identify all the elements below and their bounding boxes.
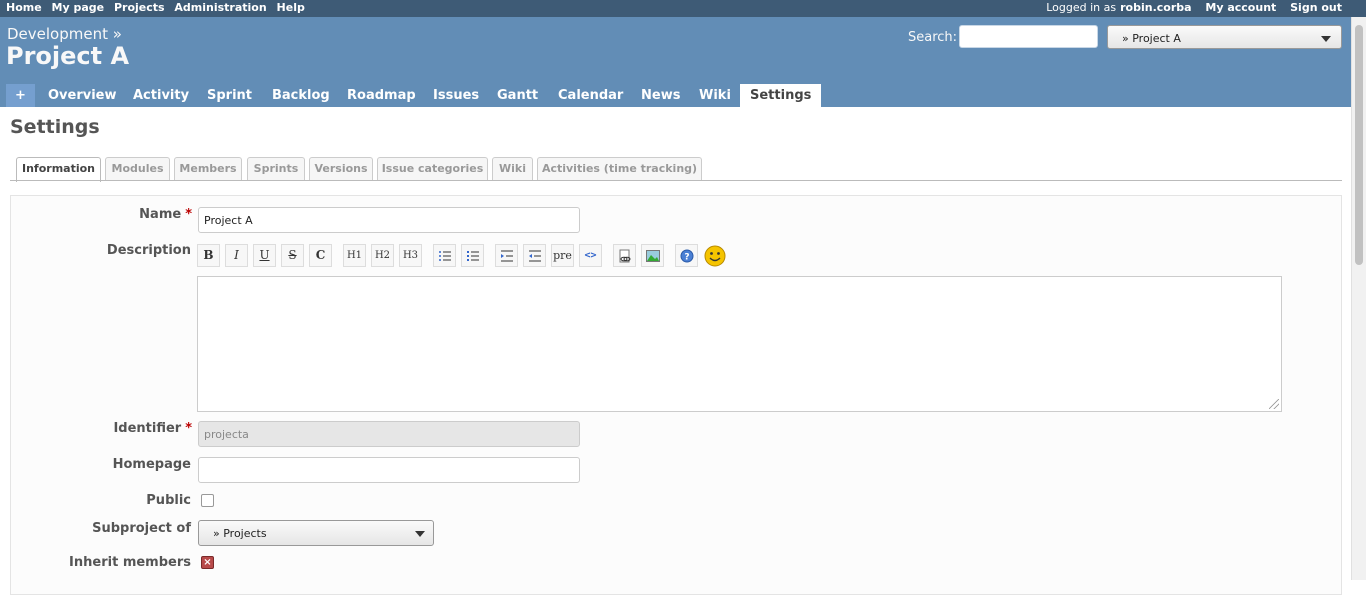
italic-button[interactable]: I xyxy=(225,244,248,267)
project-title: Project A xyxy=(6,42,130,70)
settings-tab-modules[interactable]: Modules xyxy=(105,157,170,181)
tab-calendar[interactable]: Calendar xyxy=(558,84,623,107)
strikethrough-button[interactable]: S xyxy=(281,244,304,267)
logged-in-text: Logged in as xyxy=(1046,1,1117,14)
settings-tab-information[interactable]: Information xyxy=(16,157,101,182)
heading3-button[interactable]: H3 xyxy=(399,244,422,267)
ordered-list-icon[interactable] xyxy=(461,244,484,267)
tabs-divider xyxy=(10,180,1342,181)
smiley-icon[interactable] xyxy=(703,244,726,267)
name-label: Name * xyxy=(139,207,192,222)
identifier-label: Identifier * xyxy=(113,421,192,436)
settings-tab-activities[interactable]: Activities (time tracking) xyxy=(537,157,702,181)
new-object-button[interactable]: + xyxy=(6,84,35,107)
tab-backlog[interactable]: Backlog xyxy=(272,84,330,107)
wiki-link-icon[interactable] xyxy=(613,244,636,267)
description-label: Description xyxy=(106,243,191,258)
code-button[interactable]: C xyxy=(309,244,332,267)
required-marker: * xyxy=(185,207,192,222)
tab-gantt[interactable]: Gantt xyxy=(497,84,538,107)
settings-tab-members[interactable]: Members xyxy=(174,157,242,181)
page-title: Settings xyxy=(10,116,100,138)
description-textarea[interactable] xyxy=(197,276,1282,412)
public-label: Public xyxy=(146,493,191,508)
outdent-icon[interactable] xyxy=(523,244,546,267)
heading2-button[interactable]: H2 xyxy=(371,244,394,267)
public-checkbox[interactable] xyxy=(201,494,214,507)
top-menu-home[interactable]: Home xyxy=(6,1,42,14)
tab-roadmap[interactable]: Roadmap xyxy=(347,84,416,107)
top-menu-projects[interactable]: Projects xyxy=(114,1,165,14)
code-highlight-icon[interactable]: <> xyxy=(579,244,602,267)
tab-news[interactable]: News xyxy=(641,84,680,107)
subproject-select[interactable]: » Projects xyxy=(198,520,434,546)
tab-issues[interactable]: Issues xyxy=(433,84,479,107)
indent-icon[interactable] xyxy=(495,244,518,267)
inherit-members-checkbox[interactable]: × xyxy=(201,556,214,569)
top-menu-help[interactable]: Help xyxy=(277,1,305,14)
top-menu: Home My page Projects Administration Hel… xyxy=(0,0,1366,17)
help-icon[interactable]: ? xyxy=(675,244,698,267)
my-account-link[interactable]: My account xyxy=(1205,1,1276,14)
top-menu-my-page[interactable]: My page xyxy=(52,1,105,14)
search-label: Search: xyxy=(908,30,958,45)
search-input[interactable] xyxy=(959,25,1098,48)
chevron-down-icon xyxy=(1321,36,1331,42)
top-menu-administration[interactable]: Administration xyxy=(174,1,266,14)
tab-overview[interactable]: Overview xyxy=(48,84,117,107)
svg-text:?: ? xyxy=(684,253,689,263)
scrollbar-thumb[interactable] xyxy=(1355,25,1363,265)
tab-settings[interactable]: Settings xyxy=(740,84,822,107)
user-link[interactable]: robin.corba xyxy=(1120,1,1191,14)
chevron-down-icon xyxy=(415,531,425,537)
inherit-members-label: Inherit members xyxy=(69,555,191,570)
homepage-input[interactable] xyxy=(198,457,580,483)
underline-button[interactable]: U xyxy=(253,244,276,267)
unordered-list-icon[interactable] xyxy=(433,244,456,267)
homepage-label: Homepage xyxy=(112,457,191,472)
image-icon[interactable] xyxy=(641,244,664,267)
project-jump-select[interactable]: » Project A xyxy=(1107,25,1342,49)
subproject-value: » Projects xyxy=(213,527,267,540)
settings-tab-wiki[interactable]: Wiki xyxy=(492,157,533,181)
preformatted-button[interactable]: pre xyxy=(551,244,574,267)
identifier-input: projecta xyxy=(198,421,580,447)
sign-out-link[interactable]: Sign out xyxy=(1290,1,1342,14)
vertical-scrollbar[interactable] xyxy=(1351,17,1366,580)
bold-button[interactable]: B xyxy=(197,244,220,267)
tab-activity[interactable]: Activity xyxy=(133,84,189,107)
resize-grip-icon[interactable] xyxy=(1269,399,1279,409)
tab-wiki[interactable]: Wiki xyxy=(699,84,731,107)
parent-project-link[interactable]: Development » xyxy=(7,25,122,43)
settings-tab-issue-categories[interactable]: Issue categories xyxy=(377,157,488,181)
subproject-label: Subproject of xyxy=(92,521,191,536)
project-jump-value: » Project A xyxy=(1122,32,1181,45)
required-marker: * xyxy=(185,421,192,436)
settings-tab-versions[interactable]: Versions xyxy=(309,157,373,181)
settings-tab-sprints[interactable]: Sprints xyxy=(247,157,305,181)
tab-sprint[interactable]: Sprint xyxy=(207,84,252,107)
heading1-button[interactable]: H1 xyxy=(343,244,366,267)
name-input[interactable]: Project A xyxy=(198,207,580,233)
